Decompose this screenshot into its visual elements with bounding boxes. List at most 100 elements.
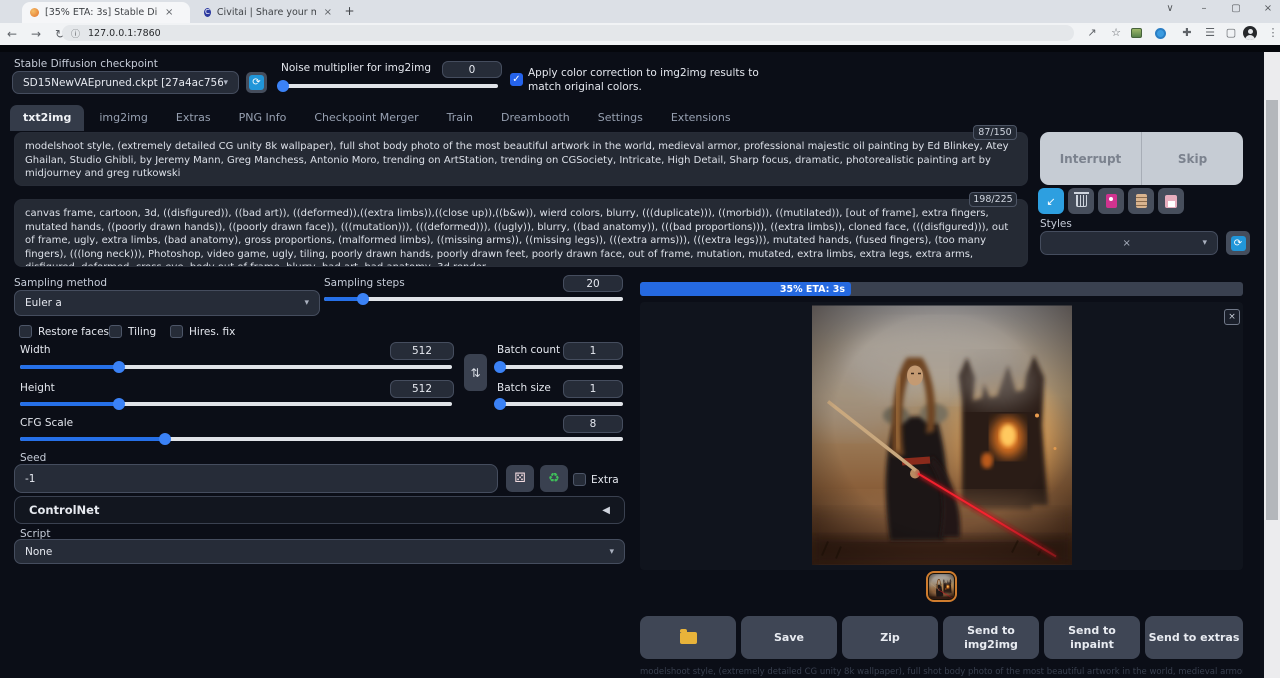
tab-extras[interactable]: Extras (163, 105, 224, 131)
width-slider[interactable] (20, 365, 452, 369)
zip-button[interactable]: Zip (842, 616, 938, 659)
restore-faces-checkbox[interactable] (19, 325, 32, 338)
browser-tab-strip: [35% ETA: 3s] Stable Diffusion × C Civit… (0, 0, 1280, 23)
browser-menu-dots-icon[interactable]: ⋮ (1264, 26, 1280, 39)
noise-multiplier-slider[interactable] (281, 84, 498, 88)
scrollbar-thumb[interactable] (1266, 100, 1278, 520)
sampling-steps-slider[interactable] (324, 297, 623, 301)
clear-prompt-button[interactable] (1068, 188, 1094, 214)
batch-count-value[interactable]: 1 (563, 342, 623, 360)
noise-multiplier-value[interactable]: 0 (442, 61, 502, 78)
cfg-scale-value[interactable]: 8 (563, 415, 623, 433)
page-scrollbar[interactable] (1264, 52, 1280, 678)
color-correction-checkbox[interactable]: ✓ (510, 73, 523, 86)
tab-checkpoint-merger[interactable]: Checkpoint Merger (301, 105, 431, 131)
extension-capture-icon[interactable] (1131, 28, 1142, 38)
window-minimize-button[interactable]: – (1194, 3, 1214, 14)
stable-diffusion-webui-window: [35% ETA: 3s] Stable Diffusion × C Civit… (0, 0, 1280, 678)
extra-seed-checkbox[interactable] (573, 473, 586, 486)
share-icon[interactable]: ↗ (1083, 26, 1101, 39)
reuse-seed-button[interactable]: ♻ (540, 465, 568, 492)
tab-settings[interactable]: Settings (585, 105, 656, 131)
batch-size-label: Batch size (497, 382, 551, 394)
close-preview-icon[interactable]: × (1224, 309, 1240, 325)
controlnet-accordion[interactable]: ControlNet ◀ (14, 496, 625, 524)
apply-style-button[interactable] (1128, 188, 1154, 214)
send-to-inpaint-button[interactable]: Send to inpaint (1044, 616, 1140, 659)
save-button[interactable]: Save (741, 616, 837, 659)
refresh-styles-button[interactable]: ⟳ (1226, 231, 1250, 255)
new-tab-button[interactable]: + (342, 4, 357, 19)
bookmark-star-icon[interactable]: ☆ (1107, 26, 1125, 39)
script-dropdown[interactable]: None ▾ (14, 539, 625, 564)
tab-txt2img[interactable]: txt2img (10, 105, 84, 131)
tab-dreambooth[interactable]: Dreambooth (488, 105, 583, 131)
restore-faces-label: Restore faces (38, 326, 109, 338)
trash-icon (1076, 195, 1087, 207)
height-value[interactable]: 512 (390, 380, 454, 398)
sampling-steps-value[interactable]: 20 (563, 275, 623, 292)
styles-dropdown[interactable]: × ▾ (1040, 231, 1218, 255)
browser-tab-stable-diffusion[interactable]: [35% ETA: 3s] Stable Diffusion × (22, 2, 190, 23)
swap-dimensions-button[interactable]: ⇅ (464, 354, 487, 391)
tab-img2img[interactable]: img2img (86, 105, 161, 131)
height-slider[interactable] (20, 402, 452, 406)
send-to-extras-button[interactable]: Send to extras (1145, 616, 1243, 659)
cfg-scale-slider[interactable] (20, 437, 623, 441)
sampling-method-dropdown[interactable]: Euler a ▾ (14, 290, 320, 316)
forward-icon[interactable]: → (24, 27, 48, 41)
extensions-puzzle-icon[interactable]: ✚ (1178, 26, 1196, 39)
paste-generation-params-button[interactable]: ↙ (1038, 188, 1064, 214)
refresh-checkpoint-button[interactable]: ⟳ (246, 72, 267, 93)
extra-networks-button[interactable] (1098, 188, 1124, 214)
width-value[interactable]: 512 (390, 342, 454, 360)
generation-info-text: modelshoot style, (extremely detailed CG… (640, 667, 1243, 677)
slider-handle[interactable] (494, 361, 506, 373)
browser-tab-civitai[interactable]: C Civitai | Share your models × (196, 2, 342, 23)
slider-handle[interactable] (494, 398, 506, 410)
gallery-thumbnail-selected[interactable] (926, 571, 957, 602)
batch-count-slider[interactable] (497, 365, 623, 369)
back-icon[interactable]: ← (0, 27, 24, 41)
generated-image[interactable] (812, 305, 1072, 565)
interrupt-button[interactable]: Interrupt (1040, 132, 1142, 185)
tab-close-icon[interactable]: × (163, 7, 175, 18)
tiling-checkbox[interactable] (109, 325, 122, 338)
tab-png-info[interactable]: PNG Info (226, 105, 300, 131)
slider-handle[interactable] (113, 398, 125, 410)
tab-train[interactable]: Train (434, 105, 486, 131)
tab-extensions[interactable]: Extensions (658, 105, 744, 131)
open-output-folder-button[interactable] (640, 616, 736, 659)
negative-prompt-textarea[interactable]: canvas frame, cartoon, 3d, ((disfigured)… (14, 199, 1028, 267)
window-chevron-icon[interactable]: ∨ (1160, 3, 1180, 14)
batch-size-value[interactable]: 1 (563, 380, 623, 398)
window-close-button[interactable]: × (1258, 3, 1278, 14)
reading-list-icon[interactable]: ☰ (1201, 26, 1219, 39)
chevron-down-icon: ▾ (304, 298, 309, 308)
slider-handle[interactable] (159, 433, 171, 445)
profile-avatar[interactable] (1243, 26, 1257, 40)
slider-handle[interactable] (357, 293, 369, 305)
batch-size-slider[interactable] (497, 402, 623, 406)
window-maximize-button[interactable]: ▢ (1226, 3, 1246, 14)
clear-styles-icon[interactable]: × (1123, 238, 1131, 249)
extension-blue-icon[interactable] (1155, 28, 1166, 39)
address-bar[interactable]: ⓘ 127.0.0.1:7860 (62, 25, 1074, 41)
seed-input[interactable]: -1 (14, 464, 498, 493)
card-icon (1106, 194, 1117, 208)
checkpoint-dropdown[interactable]: SD15NewVAEpruned.ckpt [27a4ac756c] ▾ (12, 71, 239, 94)
main-tab-bar: txt2img img2img Extras PNG Info Checkpoi… (10, 105, 744, 131)
slider-handle[interactable] (277, 80, 289, 92)
prompt-textarea[interactable]: modelshoot style, (extremely detailed CG… (14, 132, 1028, 186)
save-style-button[interactable] (1158, 188, 1184, 214)
site-info-icon[interactable]: ⓘ (71, 27, 80, 40)
side-panel-icon[interactable]: ▢ (1222, 26, 1240, 39)
send-to-img2img-button[interactable]: Send to img2img (943, 616, 1039, 659)
slider-handle[interactable] (113, 361, 125, 373)
random-seed-button[interactable]: ⚄ (506, 465, 534, 492)
tab-close-icon[interactable]: × (322, 7, 334, 18)
skip-button[interactable]: Skip (1142, 132, 1243, 185)
hires-fix-checkbox[interactable] (170, 325, 183, 338)
cfg-scale-label: CFG Scale (20, 417, 73, 429)
controlnet-label: ControlNet (29, 503, 99, 517)
